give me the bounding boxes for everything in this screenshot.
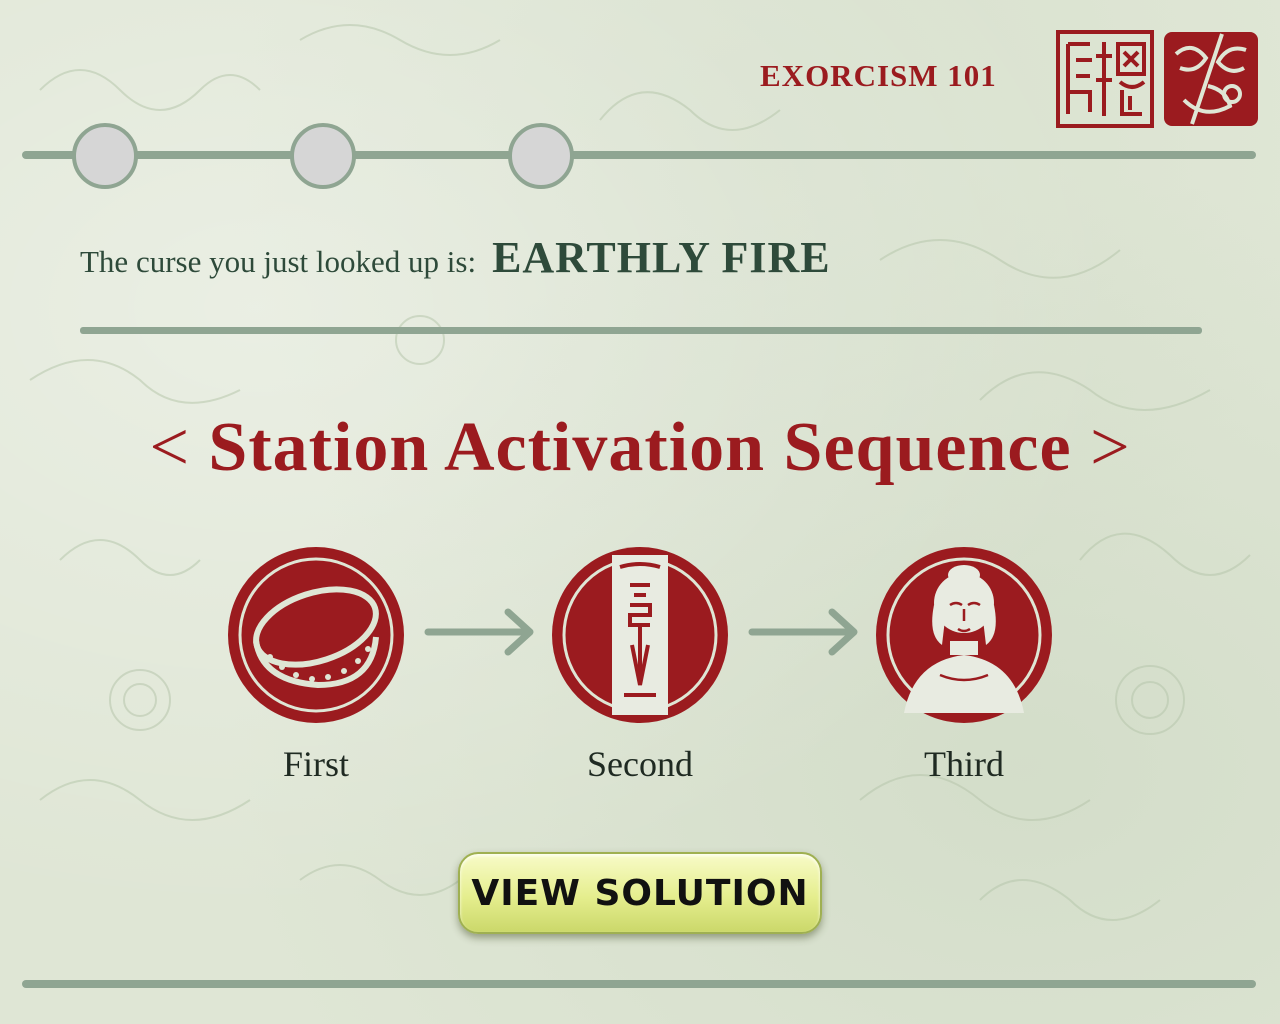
station-third: Third (874, 545, 1054, 785)
seal-creature-icon (1164, 32, 1258, 126)
progress-track (22, 151, 1256, 159)
curse-info: The curse you just looked up is: EARTHLY… (80, 232, 831, 283)
arrow-right-icon (748, 608, 858, 656)
divider (80, 327, 1202, 334)
bracket-right: > (1090, 409, 1131, 486)
view-solution-button[interactable]: VIEW SOLUTION (458, 852, 822, 934)
sequence-title-text: Station Activation Sequence (208, 409, 1072, 486)
station-label: First (282, 744, 350, 784)
progress-step-2 (290, 123, 356, 189)
drum-icon (228, 547, 404, 723)
seal-stamp-icon (1056, 30, 1154, 128)
buddha-icon (876, 547, 1052, 723)
divider (22, 980, 1256, 988)
game-title: EXORCISM 101 (760, 58, 997, 93)
station-label: Second (587, 744, 693, 784)
arrow-right-icon (424, 608, 534, 656)
station-label: Third (924, 744, 1004, 784)
sequence-title: < Station Activation Sequence > (0, 408, 1280, 488)
station-second: Second (550, 545, 730, 785)
talisman-scroll-icon (552, 547, 728, 723)
bracket-left: < (149, 409, 190, 486)
curse-label: The curse you just looked up is: (80, 244, 477, 279)
station-first: First (226, 545, 406, 785)
progress-step-1 (72, 123, 138, 189)
progress-step-3 (508, 123, 574, 189)
curse-name: EARTHLY FIRE (492, 233, 831, 282)
